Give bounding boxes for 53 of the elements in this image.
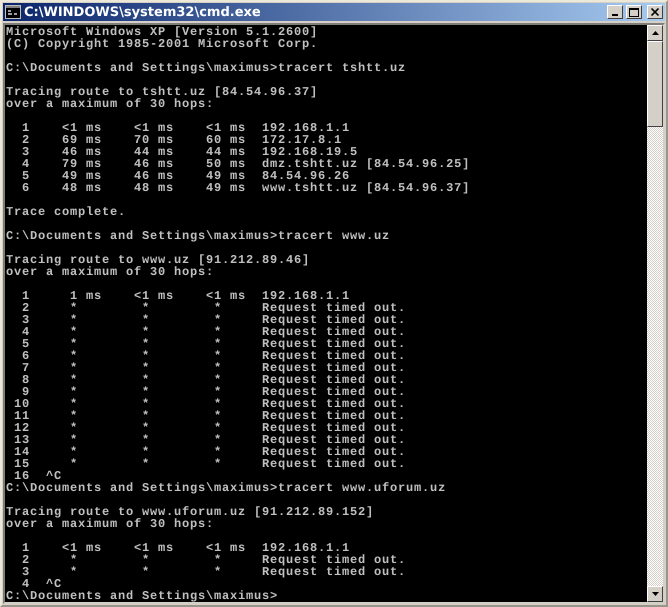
scroll-down-button[interactable]: [647, 586, 663, 602]
console-line: 12 * * * Request timed out.: [13, 422, 406, 434]
console-line: C:\Documents and Settings\maximus>tracert www.uforum.uz: [6, 482, 446, 494]
scroll-up-button[interactable]: [647, 25, 663, 41]
console-line: Microsoft Windows XP [Version 5.1.2600]: [6, 26, 318, 38]
minimize-button[interactable]: [607, 5, 623, 19]
console-line: 5 49 ms 46 ms 49 ms 84.54.96.26: [21, 170, 350, 182]
console-line: 2 * * * Request timed out.: [21, 554, 406, 566]
console-line: 3 * * * Request timed out.: [21, 566, 406, 578]
console-line: C:\Documents and Settings\maximus>: [6, 590, 278, 602]
console-line: 4 ^C: [22, 578, 62, 590]
console-line: over a maximum of 30 hops:: [6, 266, 214, 278]
console-line: Tracing route to www.uz [91.212.89.46]: [6, 254, 310, 266]
console-line: over a maximum of 30 hops:: [6, 98, 214, 110]
console-line: 1 1 ms <1 ms <1 ms 192.168.1.1: [21, 290, 350, 302]
console-line: C:\Documents and Settings\maximus>tracert tshtt.uz: [6, 62, 406, 74]
console-icon: [5, 5, 21, 19]
console-line: over a maximum of 30 hops:: [6, 518, 214, 530]
minimize-icon: [612, 14, 618, 16]
maximize-button[interactable]: [626, 5, 642, 19]
console-line: 3 46 ms 44 ms 44 ms 192.168.19.5: [21, 146, 358, 158]
console-line: 16 ^C: [14, 470, 62, 482]
down-arrow-icon: [652, 592, 658, 596]
console-line: Trace complete.: [6, 206, 126, 218]
console-line: 6 * * * Request timed out.: [21, 350, 406, 362]
console-line: Tracing route to www.uforum.uz [91.212.89.152]: [6, 506, 374, 518]
console-line: 4 * * * Request timed out.: [21, 326, 406, 338]
console-line: 2 69 ms 70 ms 60 ms 172.17.8.1: [21, 134, 342, 146]
console-line: 7 * * * Request timed out.: [21, 362, 406, 374]
console-line: C:\Documents and Settings\maximus>tracert www.uz: [6, 230, 390, 242]
console-line: 13 * * * Request timed out.: [13, 434, 406, 446]
console-line: 2 * * * Request timed out.: [21, 302, 406, 314]
scroll-thumb[interactable]: [647, 41, 663, 127]
console-line: 9 * * * Request timed out.: [21, 386, 406, 398]
console-line: Tracing route to tshtt.uz [84.54.96.37]: [6, 86, 318, 98]
up-arrow-icon: [652, 31, 658, 35]
maximize-icon: [629, 8, 639, 16]
console-line: 4 79 ms 46 ms 50 ms dmz.tshtt.uz [84.54.96.25]: [21, 158, 470, 170]
console-line: 3 * * * Request timed out.: [21, 314, 406, 326]
close-icon: [651, 8, 659, 16]
scrollbar[interactable]: [647, 25, 663, 602]
console-line: 1 <1 ms <1 ms <1 ms 192.168.1.1: [21, 542, 350, 554]
window-title: C:\WINDOWS\system32\cmd.exe: [24, 4, 262, 20]
console-line: (C) Copyright 1985-2001 Microsoft Corp.: [6, 38, 318, 50]
console-line: 6 48 ms 48 ms 49 ms www.tshtt.uz [84.54.96.37]: [21, 182, 470, 194]
console-line: 14 * * * Request timed out.: [13, 446, 406, 458]
console-line: 10 * * * Request timed out.: [13, 398, 406, 410]
console-line: 1 <1 ms <1 ms <1 ms 192.168.1.1: [21, 122, 350, 134]
console-line: 15 * * * Request timed out.: [13, 458, 406, 470]
console-line: 5 * * * Request timed out.: [21, 338, 406, 350]
close-button[interactable]: [647, 5, 663, 19]
console-line: 11 * * * Request timed out.: [13, 410, 406, 422]
console-line: 8 * * * Request timed out.: [21, 374, 406, 386]
